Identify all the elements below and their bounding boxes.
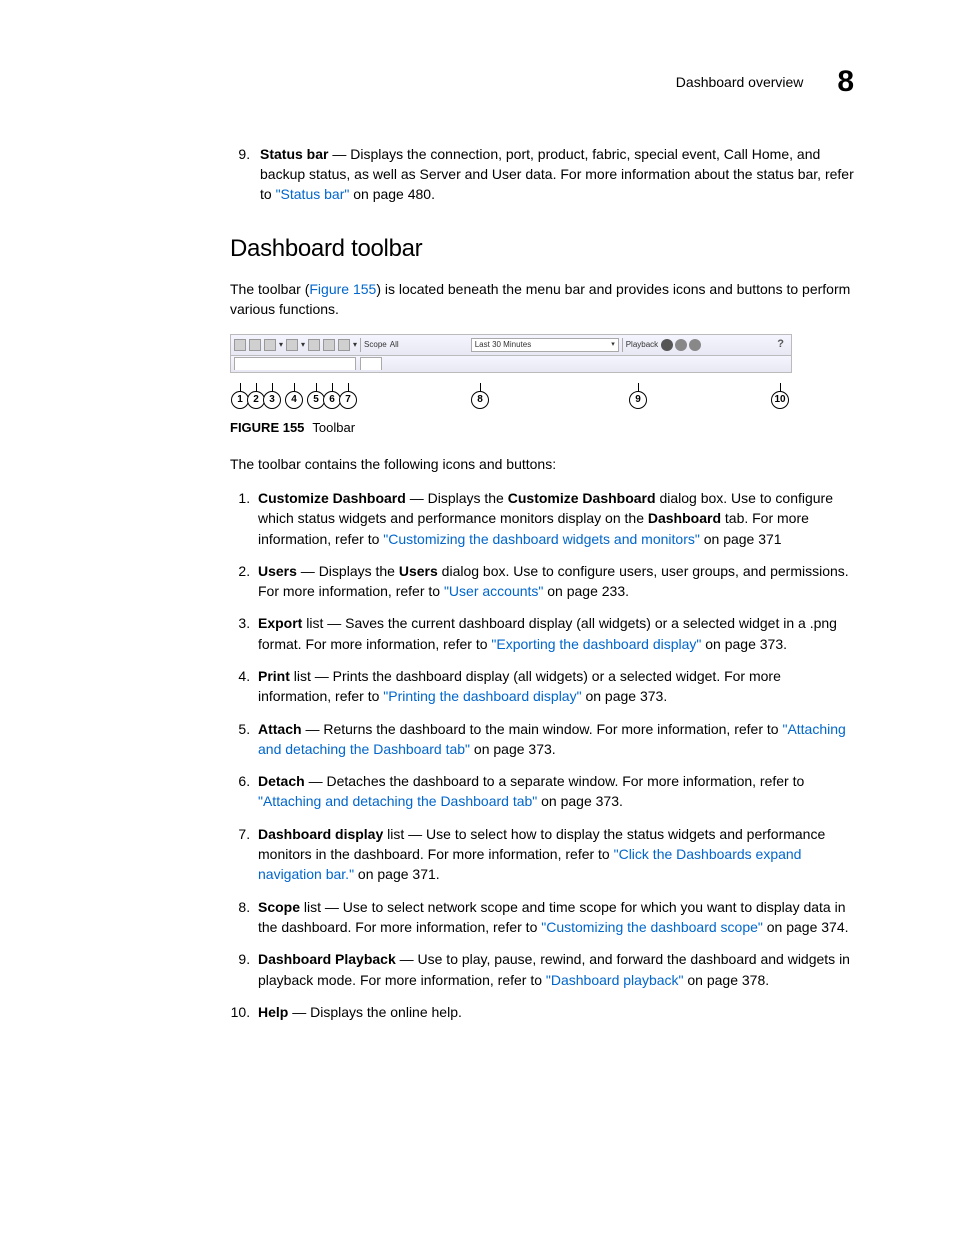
help-icon[interactable]: ?	[773, 337, 788, 353]
status-bar-item: Status bar — Displays the connection, po…	[254, 144, 854, 205]
toolbar-row: ▾ ▾ ▾ Scope All Last 30 Minutes Playback	[231, 335, 791, 356]
figure-label: FIGURE 155	[230, 420, 304, 435]
item-customize-dashboard: Customize Dashboard — Displays the Custo…	[254, 488, 854, 549]
toolbar-tabs-row	[231, 356, 791, 372]
print-icon[interactable]	[286, 339, 298, 351]
figure-title: Toolbar	[312, 420, 355, 435]
page-header: Dashboard overview 8	[100, 60, 854, 104]
customizing-widgets-link[interactable]: "Customizing the dashboard widgets and m…	[383, 531, 700, 547]
callout-3: 3	[263, 391, 281, 409]
display-icon[interactable]	[338, 339, 350, 351]
attach-icon[interactable]	[308, 339, 320, 351]
figure-caption: FIGURE 155 Toolbar	[230, 419, 854, 438]
attach-detach-link-2[interactable]: "Attaching and detaching the Dashboard t…	[258, 793, 537, 809]
continued-list: Status bar — Displays the connection, po…	[230, 144, 854, 205]
content: Status bar — Displays the connection, po…	[230, 144, 854, 1023]
dashboard-playback-link[interactable]: "Dashboard playback"	[546, 972, 684, 988]
playback-controls	[661, 339, 701, 351]
customizing-scope-link[interactable]: "Customizing the dashboard scope"	[541, 919, 763, 935]
item-attach: Attach — Returns the dashboard to the ma…	[254, 719, 854, 760]
figure-callouts: 1 2 3 4 5 6 7 8 9 10	[230, 377, 790, 409]
page: Dashboard overview 8 Status bar — Displa…	[0, 0, 954, 1235]
callout-9: 9	[629, 391, 647, 409]
user-accounts-link[interactable]: "User accounts"	[444, 583, 543, 599]
exporting-display-link[interactable]: "Exporting the dashboard display"	[491, 636, 701, 652]
callout-4: 4	[285, 391, 303, 409]
callout-8: 8	[471, 391, 489, 409]
users-icon[interactable]	[249, 339, 261, 351]
section-name: Dashboard overview	[676, 74, 804, 90]
callout-7: 7	[339, 391, 357, 409]
item-print: Print list — Prints the dashboard displa…	[254, 666, 854, 707]
section-title: Dashboard toolbar	[230, 232, 854, 267]
item-help: Help — Displays the online help.	[254, 1002, 854, 1022]
export-icon[interactable]	[264, 339, 276, 351]
item-users: Users — Displays the Users dialog box. U…	[254, 561, 854, 602]
item-scope: Scope list — Use to select network scope…	[254, 897, 854, 938]
chapter-number: 8	[837, 65, 854, 98]
time-scope-dropdown[interactable]: Last 30 Minutes	[471, 338, 619, 352]
playback-play-icon[interactable]	[675, 339, 687, 351]
separator	[622, 338, 623, 352]
playback-forward-icon[interactable]	[689, 339, 701, 351]
detach-icon[interactable]	[323, 339, 335, 351]
playback-label: Playback	[626, 339, 658, 351]
customize-dashboard-icon[interactable]	[234, 339, 246, 351]
after-figure-text: The toolbar contains the following icons…	[230, 454, 854, 474]
scope-label: Scope	[364, 339, 387, 351]
toolbar-items-list: Customize Dashboard — Displays the Custo…	[230, 488, 854, 1022]
scope-value: All	[390, 339, 399, 351]
separator	[360, 338, 361, 352]
playback-rewind-icon[interactable]	[661, 339, 673, 351]
tab-add[interactable]	[360, 357, 382, 370]
figure-ref-link[interactable]: Figure 155	[309, 281, 376, 297]
item-tail: on page 480.	[349, 186, 435, 202]
item-export: Export list — Saves the current dashboar…	[254, 613, 854, 654]
callout-10: 10	[771, 391, 789, 409]
toolbar-figure: ▾ ▾ ▾ Scope All Last 30 Minutes Playback	[230, 334, 792, 373]
item-dashboard-playback: Dashboard Playback — Use to play, pause,…	[254, 949, 854, 990]
status-bar-link[interactable]: "Status bar"	[276, 186, 350, 202]
item-name: Status bar	[260, 146, 328, 162]
item-dashboard-display: Dashboard display list — Use to select h…	[254, 824, 854, 885]
printing-display-link[interactable]: "Printing the dashboard display"	[383, 688, 581, 704]
dashboard-tab[interactable]	[234, 357, 356, 370]
item-detach: Detach — Detaches the dashboard to a sep…	[254, 771, 854, 812]
section-intro: The toolbar (Figure 155) is located bene…	[230, 279, 854, 320]
